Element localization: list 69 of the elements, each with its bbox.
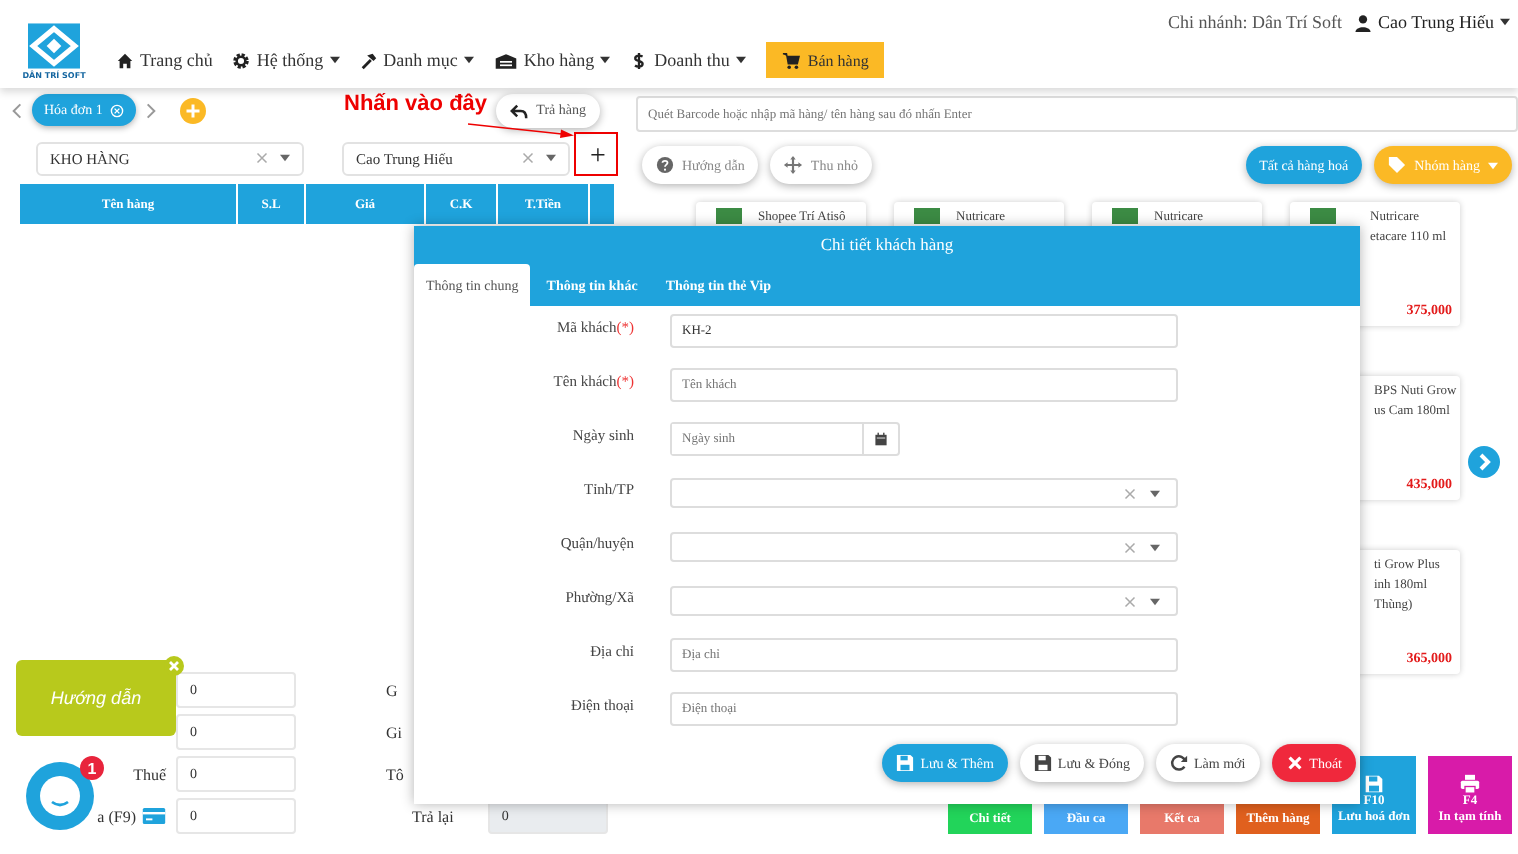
photo-placeholder	[716, 208, 742, 224]
summary-label: G	[386, 681, 398, 699]
caret-icon	[1150, 543, 1160, 551]
scroll-right-icon[interactable]	[146, 101, 157, 119]
save-icon	[1033, 754, 1052, 772]
nav-menu-item[interactable]: Hệ thống	[232, 50, 340, 70]
caret-icon	[1150, 489, 1160, 497]
printer-icon	[1460, 774, 1480, 794]
dollar-icon	[630, 51, 649, 69]
caret-icon	[546, 154, 556, 162]
clear-icon[interactable]	[1124, 541, 1136, 553]
summary-label: Trả lại	[412, 807, 454, 825]
summary-label: a (F9)	[97, 807, 136, 825]
caret-icon	[735, 56, 746, 64]
caret-icon	[1488, 161, 1498, 169]
notification-badge: 1	[80, 756, 104, 780]
nav-menu-item[interactable]: Kho hàng	[493, 50, 611, 70]
move-icon	[784, 156, 803, 174]
gear-icon	[232, 51, 251, 69]
logo-icon	[28, 22, 80, 70]
next-page-icon[interactable]	[1468, 446, 1500, 478]
user-menu[interactable]: Cao Trung Hiếu	[1353, 12, 1510, 32]
nav-menu-item[interactable]: Trang chủ	[116, 50, 213, 70]
caret-icon	[463, 56, 474, 64]
summary-label: Tô	[386, 765, 404, 783]
highlight-box	[574, 132, 618, 176]
save-icon	[896, 754, 915, 772]
warehouse-icon	[493, 51, 518, 69]
photo-placeholder	[914, 208, 940, 224]
clear-icon[interactable]	[1124, 595, 1136, 607]
add-invoice-icon[interactable]	[180, 97, 207, 123]
caret-icon	[1500, 18, 1510, 26]
user-icon	[1353, 13, 1372, 31]
tag-icon	[1388, 156, 1407, 174]
clear-icon[interactable]	[1124, 487, 1136, 499]
caret-icon	[1150, 597, 1160, 605]
branch-label: Chi nhánh: Dân Trí Soft	[1167, 12, 1342, 32]
caret-icon	[280, 154, 290, 162]
annotation-arrow	[466, 122, 574, 138]
chat-bubble-icon[interactable]	[24, 760, 96, 832]
clear-icon[interactable]	[522, 152, 534, 164]
help-icon	[656, 156, 674, 174]
home-icon	[116, 51, 134, 69]
nav-menu-item[interactable]: Danh mục	[359, 50, 474, 70]
save-icon	[1364, 774, 1384, 794]
dialog-title: Chi tiết khách hàng	[414, 226, 1360, 260]
cart-icon	[781, 51, 800, 69]
summary-label: Gi	[386, 723, 402, 741]
return-arrow-icon	[510, 101, 529, 119]
dropdown-field[interactable]	[670, 532, 1178, 562]
nav-menu-item[interactable]: Doanh thu	[630, 50, 746, 70]
close-icon[interactable]	[110, 103, 125, 117]
summary-label: Thuế	[133, 765, 166, 783]
hammer-icon	[359, 51, 378, 69]
photo-placeholder	[1310, 208, 1336, 224]
close-icon	[1285, 754, 1304, 772]
annotation-text: Nhấn vào đây	[344, 92, 488, 116]
photo-placeholder	[1112, 208, 1138, 224]
scroll-left-icon[interactable]	[12, 101, 22, 119]
close-icon[interactable]	[164, 656, 184, 676]
clear-icon[interactable]	[256, 152, 268, 164]
refresh-icon	[1170, 754, 1188, 772]
caret-icon	[329, 56, 340, 64]
sell-button[interactable]: Bán hàng	[765, 42, 885, 78]
dropdown-field[interactable]	[670, 478, 1178, 508]
card-icon	[142, 808, 166, 824]
dropdown-field[interactable]	[670, 586, 1178, 616]
calendar-icon[interactable]	[874, 432, 888, 446]
caret-icon	[600, 56, 611, 64]
